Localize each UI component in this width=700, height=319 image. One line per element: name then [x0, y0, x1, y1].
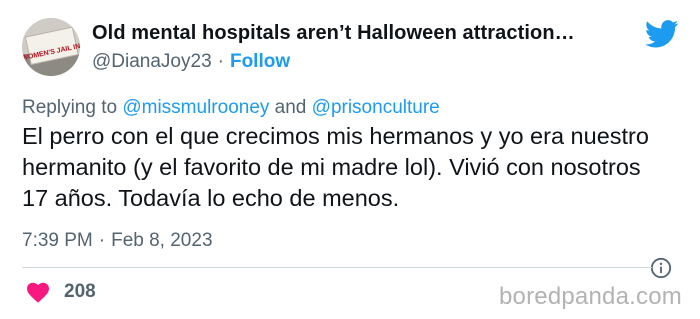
timestamp-row[interactable]: 7:39 PM · Feb 8, 2023 — [22, 230, 213, 252]
twitter-bird-icon[interactable] — [645, 20, 679, 48]
reply-mention-2[interactable]: @prisonculture — [312, 97, 440, 118]
info-circle-icon[interactable] — [650, 257, 672, 279]
heart-icon[interactable] — [26, 281, 50, 303]
separator-dot: · — [98, 230, 106, 251]
display-name[interactable]: Old mental hospitals aren’t Halloween at… — [92, 22, 575, 45]
tweet-time: 7:39 PM — [22, 230, 93, 251]
like-count: 208 — [64, 281, 96, 302]
replying-prefix: Replying to — [22, 97, 118, 118]
user-handle[interactable]: @DianaJoy23 — [92, 51, 212, 72]
boredpanda-watermark: boredpanda.com — [499, 283, 682, 310]
tweet-card: NO WOMEN'S JAIL IN NYC Old mental hospit… — [0, 0, 700, 319]
replying-to-line: Replying to @missmulrooney and @prisoncu… — [22, 97, 440, 119]
separator-dot: · — [217, 51, 224, 72]
follow-button[interactable]: Follow — [230, 51, 290, 72]
divider — [22, 267, 652, 268]
avatar[interactable]: NO WOMEN'S JAIL IN NYC — [22, 18, 80, 76]
avatar-protest-sign-image: NO WOMEN'S JAIL IN NYC — [22, 18, 80, 76]
handle-row: @DianaJoy23 · Follow — [92, 51, 290, 73]
tweet-text: El perro con el que crecimos mis hermano… — [22, 123, 649, 211]
tweet-date: Feb 8, 2023 — [111, 230, 213, 251]
reply-joiner: and — [274, 97, 307, 118]
reply-mention-1[interactable]: @missmulrooney — [122, 97, 269, 118]
